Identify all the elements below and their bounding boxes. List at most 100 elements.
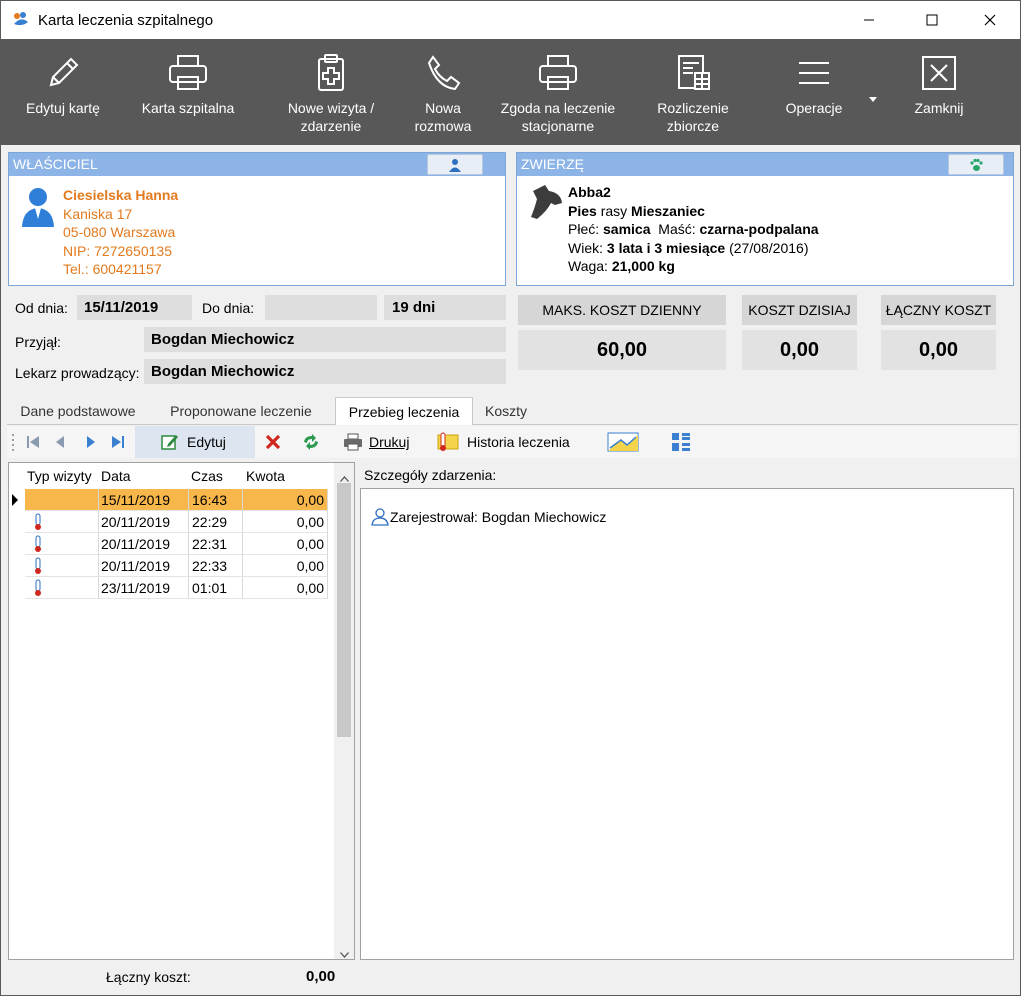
table-row[interactable]: 20/11/2019 22:31 0,00 — [9, 533, 334, 555]
owner-city: 05-080 Warszawa — [63, 224, 176, 240]
hospital-card-window: Karta leczenia szpitalnego Edytuj kartę — [0, 0, 1021, 996]
owner-nip: NIP: 7272650135 — [63, 242, 172, 259]
event-details-box[interactable]: Zarejestrował: Bogdan Miechowicz — [360, 488, 1014, 960]
maximize-button[interactable] — [909, 1, 955, 39]
today-cost-header: KOSZT DZISIAJ — [742, 295, 857, 325]
animal-info: Abba2 Pies rasy Mieszaniec Płeć: samica … — [568, 183, 819, 276]
hospital-card-button[interactable]: Karta szpitalna — [133, 39, 243, 145]
table-row[interactable]: 23/11/2019 01:01 0,00 — [9, 577, 334, 599]
max-daily-cost-value: 60,00 — [518, 330, 726, 370]
dropdown-arrow-icon[interactable] — [869, 89, 877, 105]
tab-basic-data[interactable]: Dane podstawowe — [9, 397, 147, 424]
delete-icon[interactable] — [265, 426, 281, 458]
animal-header-label: ZWIERZĘ — [521, 156, 584, 172]
visit-type-cell — [25, 489, 99, 511]
tab-treatment-course[interactable]: Przebieg leczenia — [335, 397, 473, 425]
breed-label: rasy — [596, 202, 632, 219]
next-record-icon[interactable] — [83, 426, 99, 458]
settlement-button[interactable]: Rozliczenie zbiorcze — [643, 39, 743, 145]
phone-icon — [421, 53, 465, 93]
date-cell: 20/11/2019 — [99, 511, 189, 533]
animal-breed: Mieszaniec — [631, 202, 705, 219]
first-record-icon[interactable] — [25, 426, 41, 458]
operations-label: Operacje — [785, 100, 843, 116]
visits-grid: Typ wizyty Data Czas Kwota 15/11/2019 16… — [8, 462, 355, 960]
edit-card-button[interactable]: Edytuj kartę — [13, 39, 113, 145]
animal-name: Abba2 — [568, 184, 611, 200]
from-date-label: Od dnia: — [15, 300, 68, 316]
column-visit-type[interactable]: Typ wizyty — [27, 468, 92, 484]
animal-weight: 21,000 kg — [611, 258, 675, 274]
edit-entry-button[interactable]: Edytuj — [135, 426, 255, 458]
doctor-value[interactable]: Bogdan Miechowicz — [144, 359, 506, 384]
refresh-icon[interactable] — [301, 426, 321, 458]
received-label: Przyjął: — [15, 334, 61, 350]
date-cell: 23/11/2019 — [99, 577, 189, 599]
grip-icon — [11, 426, 15, 458]
grid-scrollbar[interactable] — [334, 463, 354, 959]
days-count: 19 dni — [384, 295, 506, 320]
treatment-history-button[interactable]: Historia leczenia — [437, 426, 570, 458]
previous-record-icon[interactable] — [53, 426, 69, 458]
printer-icon — [536, 53, 580, 93]
owner-details-button[interactable] — [427, 154, 483, 175]
consent-label: Zgoda na leczenie stacjonarne — [500, 100, 616, 134]
owner-panel: WŁAŚCICIEL Ciesielska Hanna Kaniska 17 0… — [8, 152, 506, 286]
operations-button[interactable]: Operacje — [771, 39, 857, 145]
received-value[interactable]: Bogdan Miechowicz — [144, 327, 506, 352]
time-cell: 22:33 — [189, 555, 243, 577]
dog-icon — [527, 183, 563, 224]
owner-avatar-icon — [21, 187, 55, 230]
edit-entry-label: Edytuj — [187, 434, 226, 450]
from-date-value[interactable]: 15/11/2019 — [77, 295, 192, 320]
column-date[interactable]: Data — [101, 468, 131, 484]
clipboard-plus-icon — [309, 53, 353, 93]
owner-panel-header: WŁAŚCICIEL — [9, 153, 505, 176]
grid-view-icon[interactable] — [671, 426, 691, 458]
close-window-button[interactable] — [967, 1, 1013, 39]
consent-button[interactable]: Zgoda na leczenie stacjonarne — [491, 39, 625, 145]
close-button[interactable]: Zamknij — [897, 39, 981, 145]
minimize-button[interactable] — [846, 1, 892, 39]
current-row-indicator-icon — [12, 493, 18, 509]
animal-panel: ZWIERZĘ Abba2 Pies rasy Mieszaniec Płeć:… — [516, 152, 1014, 286]
to-date-value[interactable] — [265, 295, 377, 320]
new-visit-label: Nowe wizyta / zdarzenie — [287, 100, 375, 134]
animal-age: 3 lata i 3 miesiące — [606, 239, 726, 256]
total-cost-header: ŁĄCZNY KOSZT — [881, 295, 996, 325]
new-visit-button[interactable]: Nowe wizyta / zdarzenie — [276, 39, 386, 145]
tab-proposed-treatment[interactable]: Proponowane leczenie — [157, 397, 325, 424]
column-amount[interactable]: Kwota — [246, 468, 285, 484]
visit-type-cell — [25, 533, 99, 555]
user-outline-icon — [371, 508, 389, 526]
treatment-history-label: Historia leczenia — [467, 434, 570, 450]
thermometer-icon — [35, 557, 41, 574]
print-button[interactable]: Drukuj — [343, 426, 409, 458]
chart-view-icon[interactable] — [607, 426, 639, 458]
weight-label: Waga: — [568, 258, 612, 274]
max-daily-cost-header: MAKS. KOSZT DZIENNY — [518, 295, 726, 325]
app-logo-icon — [11, 10, 31, 30]
color-label: Maść: — [650, 221, 700, 237]
grid-header: Typ wizyty Data Czas Kwota — [9, 463, 334, 489]
new-call-label: Nowa rozmowa — [414, 100, 472, 134]
owner-street: Kaniska 17 — [63, 205, 133, 222]
new-call-button[interactable]: Nowa rozmowa — [401, 39, 485, 145]
time-cell: 16:43 — [189, 489, 243, 511]
owner-name[interactable]: Ciesielska Hanna — [63, 186, 178, 205]
table-row[interactable]: 15/11/2019 16:43 0,00 — [9, 489, 334, 511]
to-date-label: Do dnia: — [202, 300, 255, 316]
thermometer-icon — [35, 513, 41, 530]
table-row[interactable]: 20/11/2019 22:29 0,00 — [9, 511, 334, 533]
edit-card-label: Edytuj kartę — [26, 100, 100, 116]
scroll-thumb[interactable] — [337, 483, 351, 737]
last-record-icon[interactable] — [110, 426, 126, 458]
pencil-icon — [41, 53, 85, 93]
column-time[interactable]: Czas — [191, 468, 223, 484]
settlement-label: Rozliczenie zbiorcze — [657, 100, 729, 134]
scroll-down-icon[interactable] — [340, 945, 349, 961]
print-label: Drukuj — [369, 434, 410, 450]
tab-costs[interactable]: Koszty — [477, 397, 535, 424]
animal-details-button[interactable] — [948, 154, 1004, 175]
table-row[interactable]: 20/11/2019 22:33 0,00 — [9, 555, 334, 577]
